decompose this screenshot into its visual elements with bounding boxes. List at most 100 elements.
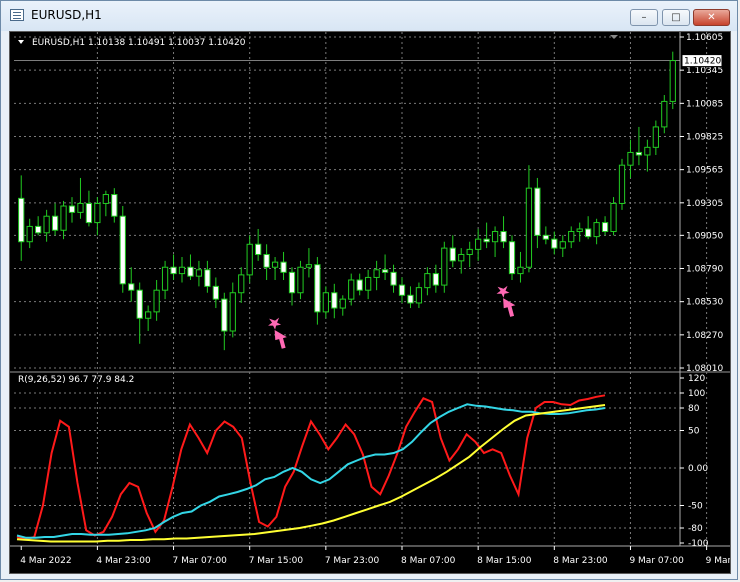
candle-body [119,215,126,285]
candle-body [68,205,76,213]
candle-body [246,243,253,276]
price-label: 1.09825 [686,132,723,142]
arrow-markers [268,285,516,349]
dropdown-triangle-icon[interactable] [18,40,24,44]
candle-body [390,271,397,286]
indicator-tick-label: 80 [688,404,700,414]
candle-body [559,241,566,249]
candle-body [525,187,533,268]
candle-body [424,273,431,289]
candle-body [314,264,321,313]
indicator-line [16,404,606,543]
buy-arrow-icon [268,317,287,349]
candle-body [238,274,245,294]
candle-body [618,164,626,204]
candle-body [365,276,372,291]
time-label: 8 Mar 07:00 [401,556,456,566]
candle-body [348,279,355,300]
price-label: 1.10085 [686,99,723,109]
candle-body [542,234,549,240]
candle-body [551,238,558,249]
maximize-button[interactable]: □ [662,9,690,26]
time-label: 7 Mar 23:00 [325,556,380,566]
candle-body [449,247,456,262]
candle-body [398,284,406,296]
candle-body [161,266,169,291]
candle-body [339,298,346,309]
price-label: 1.08010 [686,364,723,374]
candle-body [644,146,651,156]
candle-body [111,194,118,217]
candle-body [305,264,313,268]
indicator-tick-label: -80 [688,524,703,534]
candle-body [187,266,194,277]
symbol-label: EURUSD,H1 1.10138 1.10491 1.10037 1.1042… [32,38,246,48]
candle-body [610,202,617,233]
indicator-label: R(9,26,52) 96.7 77.9 84.2 [18,375,134,385]
candle-body [178,266,186,275]
candle-body [255,243,262,255]
minimize-button[interactable]: – [630,9,658,26]
candle-body [331,292,338,309]
candle-body [635,151,643,156]
candle-body [195,269,203,277]
candle-body [356,279,363,291]
candle-body [271,261,279,268]
price-label: 1.10345 [686,66,723,76]
price-chart[interactable]: 4 Mar 2022 4 Mar 23:00 7 Mar 07:00 7 Mar 15… [10,32,730,573]
candle-body [576,228,583,233]
candle-body [415,287,423,304]
indicator-line [16,394,606,541]
candle-body [229,292,236,332]
candle-body [136,289,143,319]
arrow-up [274,330,287,349]
candle-body [508,241,516,275]
candle-body [51,215,59,231]
candle-body [458,253,465,262]
chart-area[interactable]: 4 Mar 2022 4 Mar 23:00 7 Mar 07:00 7 Mar 15… [9,31,731,574]
indicator-tick-label: -50 [688,502,703,512]
time-label: 9 Mar 15:00 [706,556,730,566]
candle-body [661,100,668,128]
price-label: 1.08530 [686,298,723,308]
close-button[interactable]: ✕ [693,9,730,26]
candle-body [466,248,473,255]
candle-body [322,292,329,313]
arrow-up [503,298,516,317]
candle-body [483,238,490,243]
candle-body [170,266,177,275]
candle-body [585,228,592,238]
indicator-tick-label: 100 [688,389,705,399]
candle-body [221,298,228,332]
candle-body [280,261,287,273]
candle-body [517,266,524,275]
chart-shift-icon [610,35,618,39]
candle-body [102,194,109,204]
candle-body [26,225,33,243]
time-label: 8 Mar 15:00 [477,556,532,566]
time-label: 7 Mar 07:00 [173,556,228,566]
candle-body [35,225,42,234]
candle-body [491,231,499,243]
time-label: 4 Mar 23:00 [96,556,151,566]
candle-body [77,202,84,213]
title-bar[interactable]: EURUSD,H1 – □ ✕ [1,1,737,31]
candle-body [43,215,50,234]
price-label: 1.09305 [686,199,723,209]
candle-body [288,271,296,294]
star-marker [496,285,510,298]
candle-body [145,311,152,319]
candle-body [475,238,482,250]
candle-body [669,60,676,102]
price-label: 1.09565 [686,166,723,176]
candle-body [593,222,600,238]
indicator-tick-label: 120 [688,374,705,384]
time-label: 9 Mar 07:00 [629,556,684,566]
candle-body [500,231,507,243]
time-label: 8 Mar 23:00 [553,556,608,566]
candle-body [94,202,101,224]
candlestick-series [18,51,676,351]
time-label: 7 Mar 15:00 [249,556,304,566]
price-label: 1.10605 [686,33,723,43]
window-title: EURUSD,H1 [31,8,102,22]
